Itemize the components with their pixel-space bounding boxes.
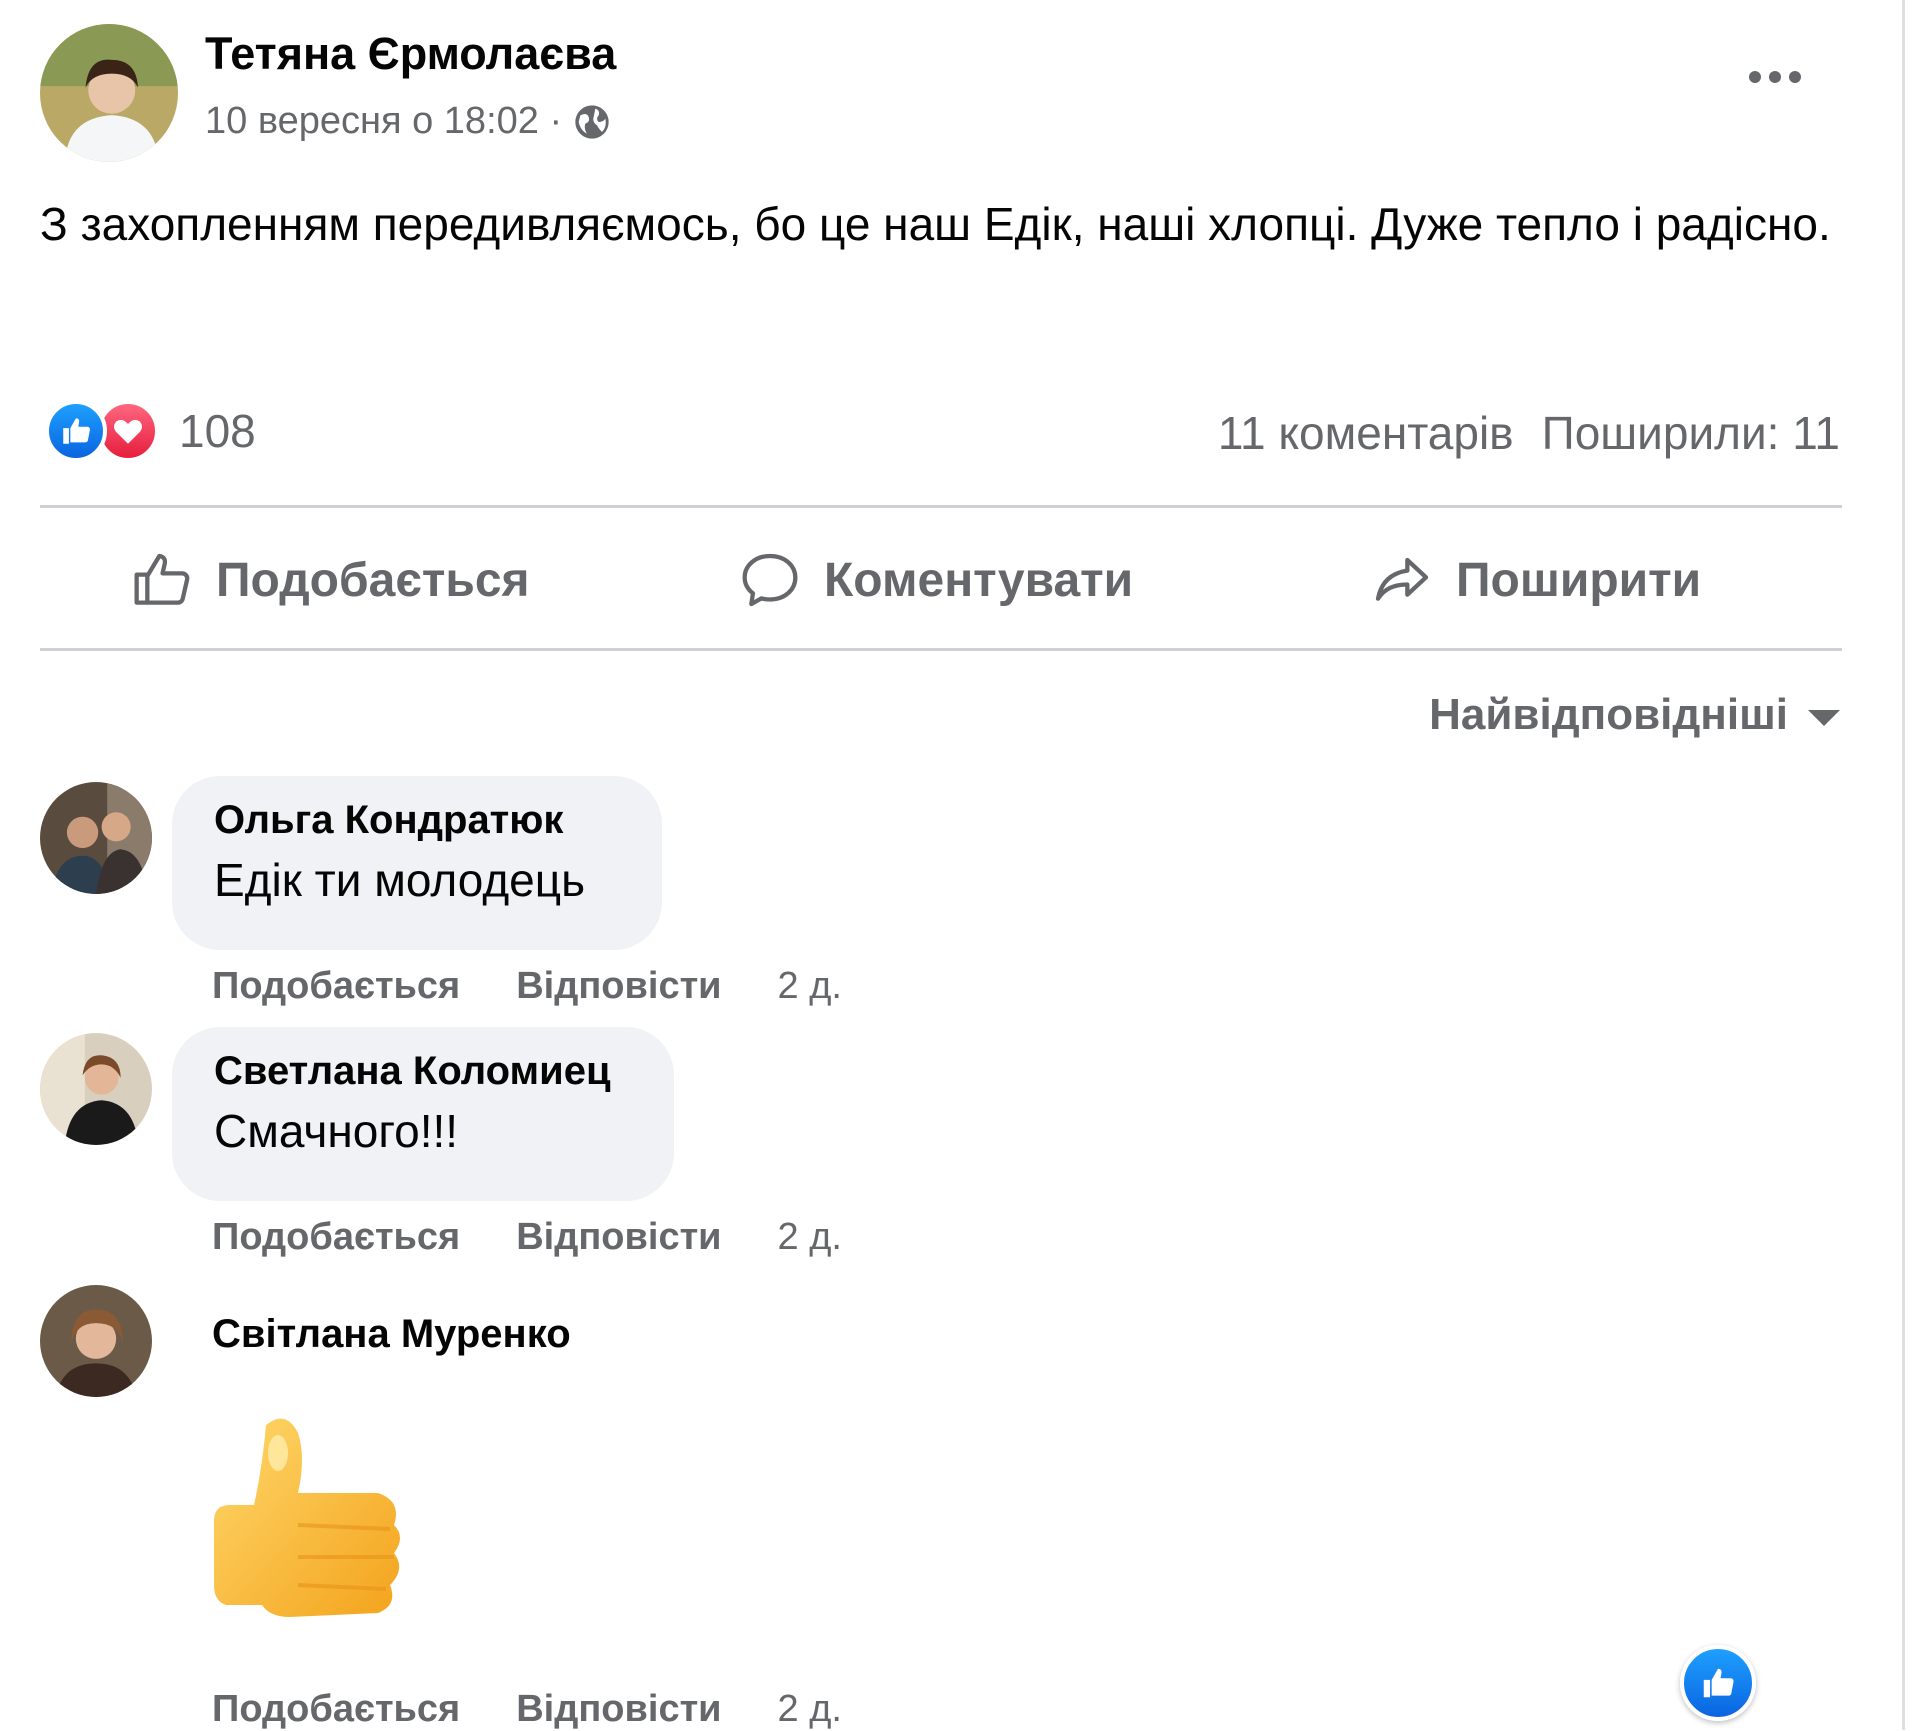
- comment-actions: Подобається Відповісти 2 д.: [212, 1216, 842, 1259]
- comment-text: Смачного!!!: [214, 1105, 459, 1157]
- share-arrow-icon: [1375, 557, 1429, 601]
- comment-sort-dropdown[interactable]: Найвідповідніші: [1429, 690, 1840, 740]
- comment-text: Едік ти молодець: [214, 854, 586, 906]
- comment-like-link[interactable]: Подобається: [212, 1688, 460, 1731]
- comment-bubble: Ольга Кондратюк Едік ти молодець: [172, 776, 662, 950]
- like-icon: [45, 400, 107, 462]
- divider: [40, 505, 1842, 508]
- commenter-photo: [40, 1285, 152, 1397]
- caret-down-icon: [1808, 710, 1840, 726]
- comment-like-link[interactable]: Подобається: [212, 965, 460, 1008]
- comment-reply-link[interactable]: Відповісти: [516, 965, 721, 1008]
- commenter-photo: [40, 782, 152, 894]
- author-avatar[interactable]: [40, 24, 178, 162]
- more-dot-icon: [1789, 71, 1801, 83]
- reactions-summary[interactable]: 108: [45, 400, 256, 462]
- post-meta: 10 вересня о 18:02 ·: [205, 100, 612, 143]
- post-timestamp[interactable]: 10 вересня о 18:02 ·: [205, 100, 562, 143]
- comments-count-link[interactable]: 11 коментарів: [1218, 406, 1514, 460]
- post-stats: 11 коментарів Поширили: 11: [1218, 406, 1840, 460]
- comment-bubble: Светлана Коломиец Смачного!!!: [172, 1027, 674, 1201]
- comment-time[interactable]: 2 д.: [778, 1216, 842, 1259]
- post-text: З захопленням передивляємось, бо це наш …: [40, 198, 1831, 250]
- share-button[interactable]: Поширити: [1370, 545, 1701, 615]
- post-author-name[interactable]: Тетяна Єрмолаєва: [205, 28, 616, 80]
- comment-actions: Подобається Відповісти 2 д.: [212, 965, 842, 1008]
- comment-time[interactable]: 2 д.: [778, 965, 842, 1008]
- comment-like-reaction-badge[interactable]: [1680, 1645, 1756, 1721]
- comment-reply-link[interactable]: Відповісти: [516, 1688, 721, 1731]
- commenter-photo: [40, 1033, 152, 1145]
- more-dot-icon: [1749, 71, 1761, 83]
- sort-label: Найвідповідніші: [1429, 690, 1788, 739]
- comment-reply-link[interactable]: Відповісти: [516, 1216, 721, 1259]
- more-dot-icon: [1769, 71, 1781, 83]
- like-icon: [1703, 1668, 1734, 1698]
- comment-time[interactable]: 2 д.: [778, 1688, 842, 1731]
- shares-count-link[interactable]: Поширили: 11: [1542, 406, 1840, 460]
- post-options-button[interactable]: [1740, 62, 1810, 92]
- share-button-label: Поширити: [1456, 553, 1702, 607]
- globe-icon: [575, 104, 609, 139]
- thumbs-up-sticker: [210, 1405, 410, 1645]
- comment-button[interactable]: Коментувати: [738, 545, 1133, 615]
- thumbs-up-outline-icon: [134, 553, 190, 605]
- like-button[interactable]: Подобається: [130, 545, 530, 615]
- reaction-count: 108: [179, 405, 256, 457]
- commenter-name[interactable]: Светлана Коломиец: [214, 1049, 632, 1094]
- comment-bubble-icon: [742, 553, 798, 607]
- commenter-name[interactable]: Ольга Кондратюк: [214, 798, 620, 843]
- divider: [40, 648, 1842, 651]
- comment-button-label: Коментувати: [824, 553, 1134, 607]
- commenter-avatar[interactable]: [40, 1285, 152, 1397]
- commenter-avatar[interactable]: [40, 782, 152, 894]
- commenter-name[interactable]: Світлана Муренко: [212, 1312, 571, 1357]
- comment-actions: Подобається Відповісти 2 д.: [212, 1688, 842, 1731]
- author-photo: [40, 24, 178, 162]
- comment-like-link[interactable]: Подобається: [212, 1216, 460, 1259]
- page-edge-border: [1902, 0, 1905, 1730]
- commenter-avatar[interactable]: [40, 1033, 152, 1145]
- like-button-label: Подобається: [216, 553, 530, 607]
